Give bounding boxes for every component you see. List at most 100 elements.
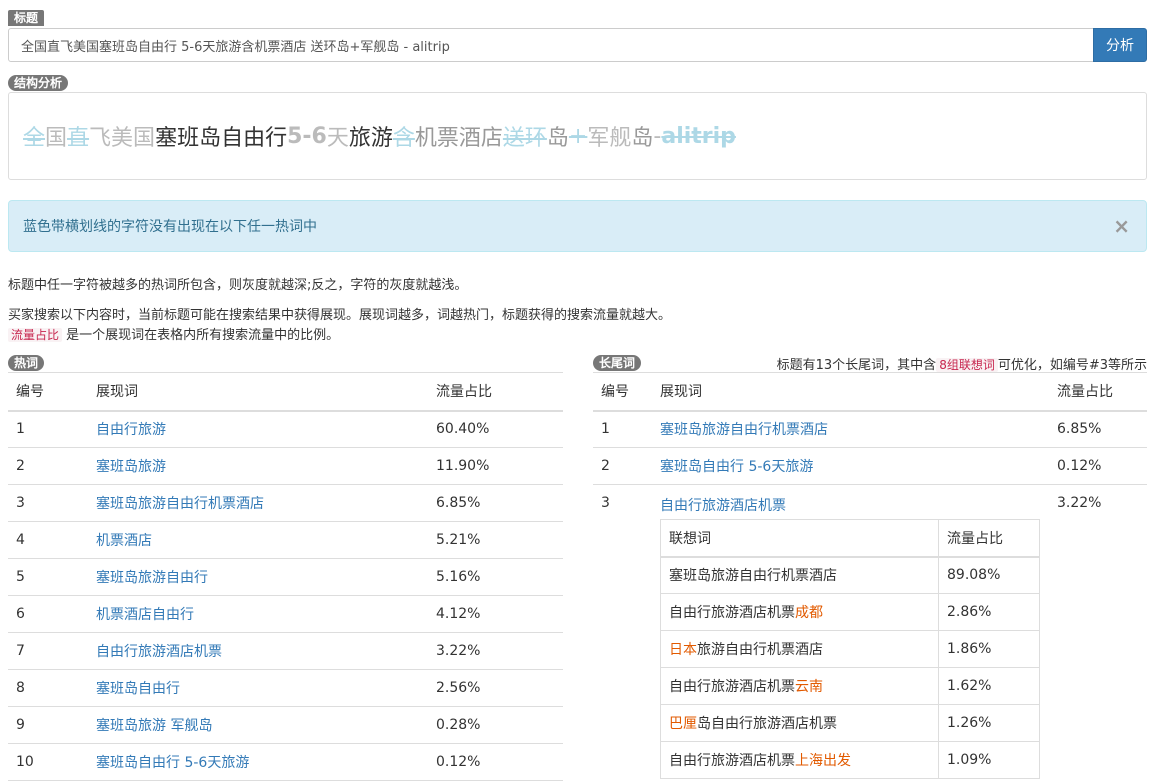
info-alert: 蓝色带横划线的字符没有出现在以下任一热词中 × bbox=[8, 200, 1147, 252]
assoc-row: 自由行旅游酒店机票上海出发 1.09% bbox=[660, 741, 1040, 779]
table-row: 4 机票酒店 5.21% bbox=[8, 521, 563, 559]
row-number: 10 bbox=[8, 743, 88, 781]
keyword-link[interactable]: 塞班岛自由行 5-6天旅游 bbox=[96, 755, 249, 771]
title-segment: - bbox=[653, 123, 662, 149]
row-number: 1 bbox=[593, 410, 652, 448]
row-ratio: 3.22% bbox=[428, 632, 563, 670]
row-number: 1 bbox=[8, 410, 88, 448]
table-header-row: 编号 展现词 流量占比 bbox=[8, 372, 563, 412]
info-line-2: 买家搜索以下内容时，当前标题可能在搜索结果中获得展现。展现词越多，词越热门，标题… bbox=[8, 308, 672, 323]
title-segment: 岛 bbox=[631, 126, 654, 151]
row-word-cell: 塞班岛旅游自由行机票酒店 bbox=[652, 410, 1049, 448]
table-row: 10 塞班岛自由行 5-6天旅游 0.12% bbox=[8, 743, 563, 781]
assoc-highlight: 日本 bbox=[669, 642, 697, 658]
table-row: 3 自由行旅游酒店机票 联想词 流量占比 塞班岛旅游自由行机票酒店 89.08% 自由行旅游… bbox=[593, 485, 1147, 779]
row-ratio: 6.85% bbox=[1049, 410, 1147, 448]
title-segment: 岛 bbox=[546, 126, 569, 151]
table-row: 9 塞班岛旅游 军舰岛 0.28% bbox=[8, 706, 563, 744]
assoc-word-cell[interactable]: 自由行旅游酒店机票云南 bbox=[660, 667, 939, 705]
info-line-3: 流量占比 是一个展现词在表格内所有搜索流量中的比例。 bbox=[8, 324, 339, 343]
title-segment: + bbox=[568, 123, 588, 149]
table-row: 6 机票酒店自由行 4.12% bbox=[8, 595, 563, 633]
keyword-link[interactable]: 自由行旅游酒店机票 bbox=[96, 644, 222, 660]
assoc-word-cell[interactable]: 自由行旅游酒店机票成都 bbox=[660, 593, 939, 631]
traffic-ratio-tag: 流量占比 bbox=[8, 328, 63, 342]
row-ratio: 0.12% bbox=[428, 743, 563, 781]
row-number: 3 bbox=[601, 495, 610, 511]
row-ratio: 2.56% bbox=[428, 669, 563, 707]
row-word-cell: 机票酒店 bbox=[88, 521, 428, 559]
row-ratio: 4.12% bbox=[428, 595, 563, 633]
assoc-text: 自由行旅游酒店机票 bbox=[669, 605, 795, 621]
row-ratio: 60.40% bbox=[428, 410, 563, 448]
table-header-row: 编号 展现词 流量占比 bbox=[593, 372, 1147, 412]
assoc-ratio: 2.86% bbox=[938, 593, 1040, 631]
table-header-row: 联想词 流量占比 bbox=[660, 519, 1040, 558]
title-segment: 全 bbox=[23, 126, 46, 151]
row-word-cell: 塞班岛自由行 5-6天旅游 bbox=[88, 743, 428, 781]
title-input[interactable] bbox=[8, 28, 1094, 62]
association-table: 联想词 流量占比塞班岛旅游自由行机票酒店 89.08% 自由行旅游酒店机票成都 2.86… bbox=[660, 519, 1040, 779]
close-icon[interactable]: × bbox=[1113, 214, 1130, 238]
assoc-text: 自由行旅游酒店机票 bbox=[669, 679, 795, 695]
row-word-cell: 塞班岛旅游 bbox=[88, 447, 428, 485]
assoc-word-cell[interactable]: 塞班岛旅游自由行机票酒店 bbox=[660, 556, 939, 594]
summary-text-pre: 标题有13个长尾词，其中含 bbox=[776, 358, 937, 373]
title-segment: 国 bbox=[45, 126, 68, 151]
row-number: 9 bbox=[8, 706, 88, 744]
col-header-ratio: 流量占比 bbox=[1049, 372, 1147, 412]
hot-words-table: 编号 展现词 流量占比 1 自由行旅游 60.40% 2 塞班岛旅游 11.90% 3 塞班岛… bbox=[8, 372, 563, 781]
assoc-ratio: 1.26% bbox=[938, 704, 1040, 742]
row-number: 4 bbox=[8, 521, 88, 559]
info-line-3-text: 是一个展现词在表格内所有搜索流量中的比例。 bbox=[62, 328, 340, 343]
structure-badge: 结构分析 bbox=[8, 75, 69, 91]
assoc-word-cell[interactable]: 日本旅游自由行机票酒店 bbox=[660, 630, 939, 668]
keyword-link[interactable]: 自由行旅游 bbox=[96, 422, 166, 438]
assoc-ratio: 89.08% bbox=[938, 556, 1040, 594]
row-number: 3 bbox=[8, 484, 88, 522]
keyword-link[interactable]: 塞班岛旅游自由行机票酒店 bbox=[96, 496, 264, 512]
row-word-cell: 塞班岛自由行 bbox=[88, 669, 428, 707]
analyze-button[interactable]: 分析 bbox=[1093, 28, 1147, 62]
row-word-cell: 机票酒店自由行 bbox=[88, 595, 428, 633]
row-ratio: 5.21% bbox=[428, 521, 563, 559]
keyword-link[interactable]: 自由行旅游酒店机票 bbox=[660, 498, 786, 514]
row-word-cell: 塞班岛旅游 军舰岛 bbox=[88, 706, 428, 744]
assoc-row: 自由行旅游酒店机票云南 1.62% bbox=[660, 667, 1040, 705]
keyword-link[interactable]: 塞班岛旅游 bbox=[96, 459, 166, 475]
assoc-text: 塞班岛旅游自由行机票酒店 bbox=[669, 568, 837, 585]
table-row: 5 塞班岛旅游自由行 5.16% bbox=[8, 558, 563, 596]
assoc-row: 自由行旅游酒店机票成都 2.86% bbox=[660, 593, 1040, 631]
table-row: 3 塞班岛旅游自由行机票酒店 6.85% bbox=[8, 484, 563, 522]
info-line-1: 标题中任一字符被越多的热词所包含，则灰度就越深;反之，字符的灰度就越浅。 bbox=[8, 278, 468, 293]
long-tail-table: 编号 展现词 流量占比 1 塞班岛旅游自由行机票酒店 6.85% 2 塞班岛自由行 5-… bbox=[593, 372, 1147, 779]
row-word-cell: 塞班岛旅游自由行 bbox=[88, 558, 428, 596]
assoc-ratio: 1.86% bbox=[938, 630, 1040, 668]
row-word-cell: 塞班岛旅游自由行机票酒店 bbox=[88, 484, 428, 522]
table-row: 7 自由行旅游酒店机票 3.22% bbox=[8, 632, 563, 670]
assoc-word-cell[interactable]: 巴厘岛自由行旅游酒店机票 bbox=[660, 704, 939, 742]
table-row: 2 塞班岛旅游 11.90% bbox=[8, 447, 563, 485]
title-segment: 军舰 bbox=[587, 126, 632, 151]
row-ratio: 6.85% bbox=[428, 484, 563, 522]
keyword-link[interactable]: 机票酒店自由行 bbox=[96, 607, 194, 623]
title-badge: 标题 bbox=[8, 10, 45, 26]
keyword-link[interactable]: 塞班岛旅游 军舰岛 bbox=[96, 718, 212, 734]
title-segment: 直 bbox=[67, 126, 90, 151]
keyword-link[interactable]: 塞班岛自由行 bbox=[96, 681, 180, 697]
row-number: 7 bbox=[8, 632, 88, 670]
table-row: 1 自由行旅游 60.40% bbox=[8, 410, 563, 448]
keyword-link[interactable]: 机票酒店 bbox=[96, 533, 152, 549]
row-ratio: 5.16% bbox=[428, 558, 563, 596]
keyword-link[interactable]: 塞班岛旅游自由行机票酒店 bbox=[660, 422, 828, 438]
assoc-highlight: 云南 bbox=[795, 679, 823, 695]
row-word-cell: 自由行旅游酒店机票 bbox=[88, 632, 428, 670]
assoc-word-cell[interactable]: 自由行旅游酒店机票上海出发 bbox=[660, 741, 939, 779]
title-segment: 机票酒店 bbox=[414, 126, 503, 151]
keyword-link[interactable]: 塞班岛自由行 5-6天旅游 bbox=[660, 459, 813, 475]
row-ratio: 0.28% bbox=[428, 706, 563, 744]
col-header-word: 展现词 bbox=[88, 372, 428, 412]
title-segment: 含 bbox=[392, 126, 415, 151]
keyword-link[interactable]: 塞班岛旅游自由行 bbox=[96, 570, 208, 586]
row-number: 6 bbox=[8, 595, 88, 633]
